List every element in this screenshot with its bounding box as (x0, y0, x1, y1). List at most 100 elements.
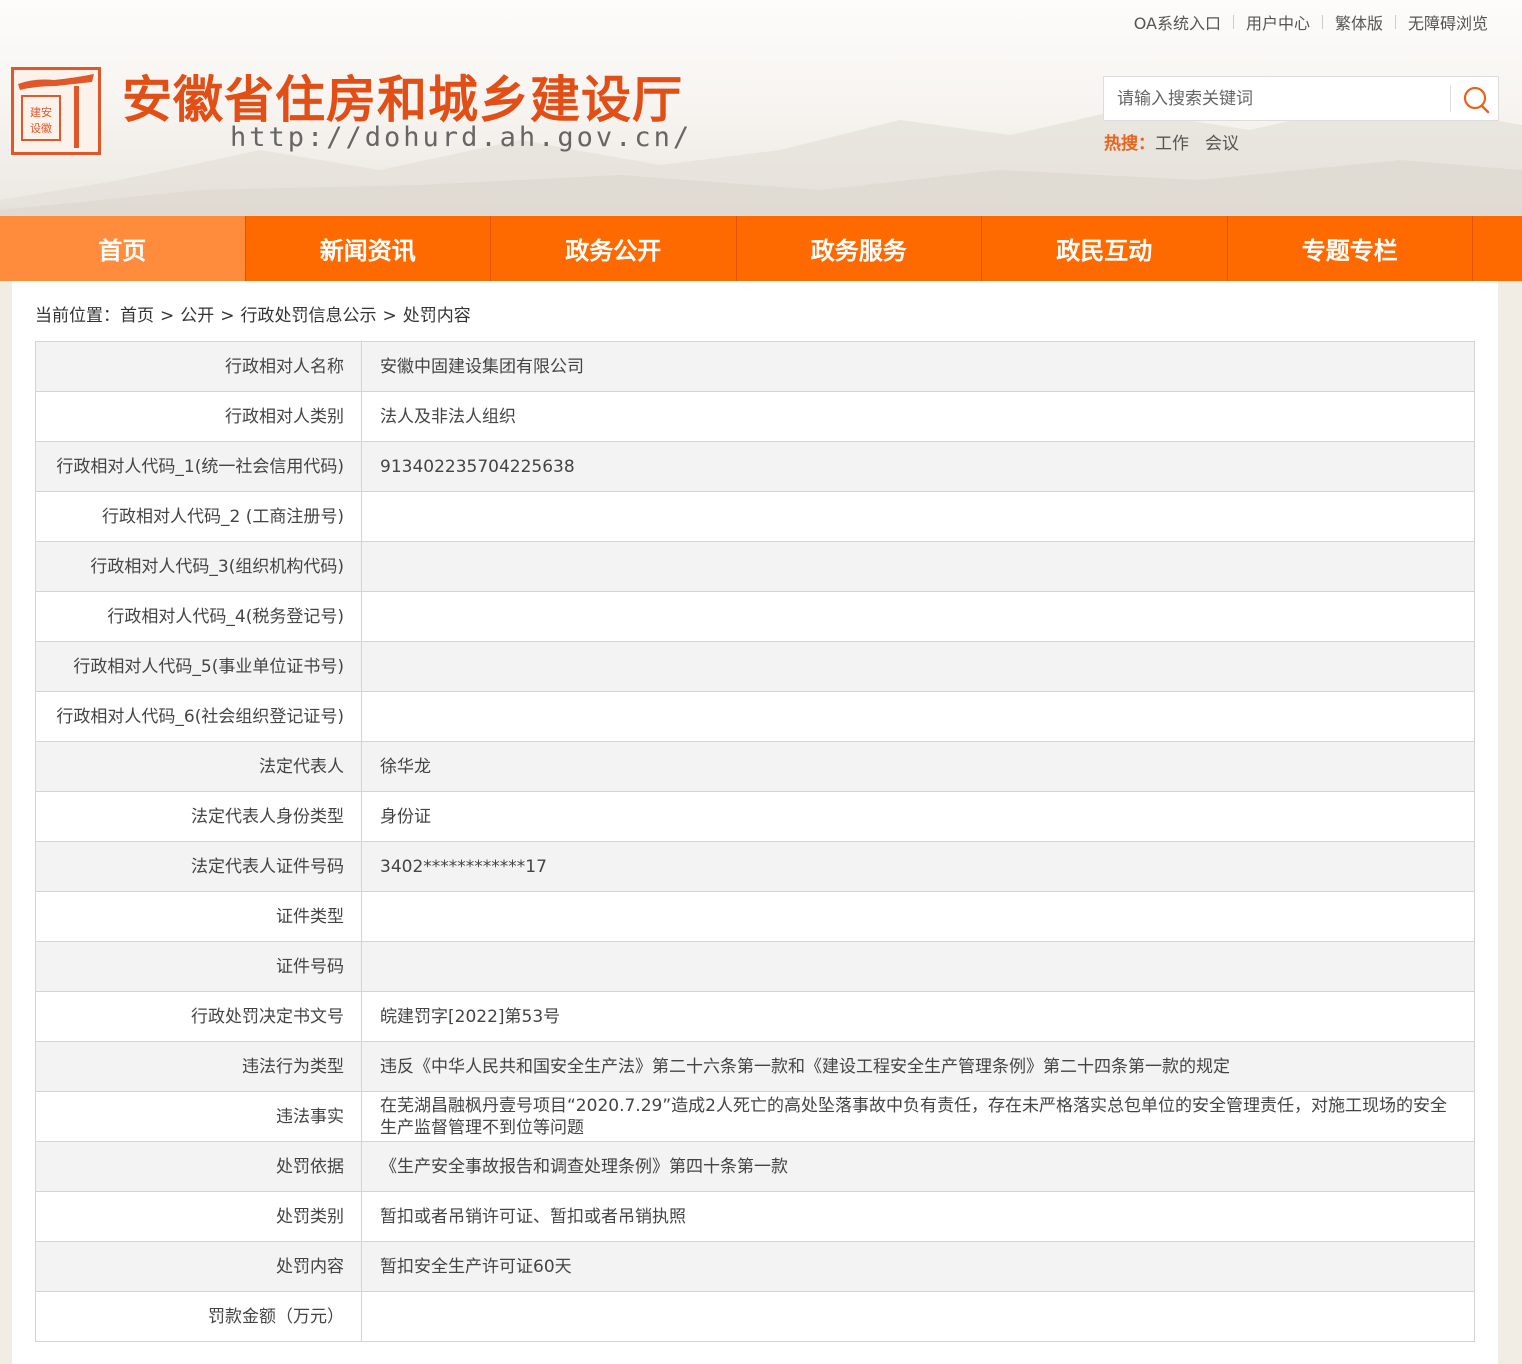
nav-interaction[interactable]: 政民互动 (982, 216, 1228, 281)
row-label: 行政相对人代码_2 (工商注册号) (35, 491, 362, 542)
table-row: 法定代表人证件号码 3402************17 (35, 841, 1475, 892)
row-label: 行政相对人代码_3(组织机构代码) (35, 541, 362, 592)
row-value (361, 491, 1475, 542)
nav-home[interactable]: 首页 (0, 216, 246, 281)
hot-search: 热搜：工作 会议 (1104, 129, 1255, 154)
top-links: OA系统入口 用户中心 繁体版 无障碍浏览 (1134, 10, 1488, 34)
row-value: 身份证 (361, 791, 1475, 842)
hot-search-item[interactable]: 会议 (1205, 134, 1239, 154)
svg-text:建安: 建安 (30, 105, 52, 119)
breadcrumb-current[interactable]: 处罚内容 (403, 306, 471, 326)
row-value: 暂扣安全生产许可证60天 (361, 1241, 1475, 1292)
row-value: 暂扣或者吊销许可证、暂扣或者吊销执照 (361, 1191, 1475, 1242)
row-value (361, 891, 1475, 942)
row-value: 安徽中固建设集团有限公司 (361, 341, 1475, 392)
search-box (1103, 76, 1499, 121)
row-label: 证件号码 (35, 941, 362, 992)
svg-text:设徽: 设徽 (30, 121, 52, 135)
row-value: 在芜湖昌融枫丹壹号项目“2020.7.29”造成2人死亡的高处坠落事故中负有责任… (361, 1091, 1475, 1142)
site-header: OA系统入口 用户中心 繁体版 无障碍浏览 建安 设徽 安徽省住房和城乡建设厅 … (0, 0, 1522, 216)
breadcrumb-public[interactable]: 公开 (180, 306, 214, 326)
row-value: 3402************17 (361, 841, 1475, 892)
divider (1321, 15, 1323, 29)
penalty-info-table: 行政相对人名称 安徽中固建设集团有限公司 行政相对人类别 法人及非法人组织 行政相对… (35, 341, 1475, 1342)
table-row: 行政相对人代码_4(税务登记号) (35, 591, 1475, 642)
row-label: 行政相对人代码_4(税务登记号) (35, 591, 362, 642)
oa-entry-link[interactable]: OA系统入口 (1134, 10, 1221, 34)
table-row: 法定代表人身份类型 身份证 (35, 791, 1475, 842)
row-label: 违法事实 (35, 1091, 362, 1142)
table-row: 证件类型 (35, 891, 1475, 942)
row-value: 913402235704225638 (361, 441, 1475, 492)
row-value: 《生产安全事故报告和调查处理条例》第四十条第一款 (361, 1141, 1475, 1192)
table-row: 行政相对人代码_1(统一社会信用代码) 913402235704225638 (35, 441, 1475, 492)
table-row: 行政相对人代码_5(事业单位证书号) (35, 641, 1475, 692)
table-row: 处罚内容 暂扣安全生产许可证60天 (35, 1241, 1475, 1292)
row-label: 违法行为类型 (35, 1041, 362, 1092)
nav-news[interactable]: 新闻资讯 (246, 216, 491, 281)
divider (1450, 85, 1451, 112)
row-value: 法人及非法人组织 (361, 391, 1475, 442)
site-url: http://dohurd.ah.gov.cn/ (230, 122, 693, 153)
row-label: 行政相对人代码_5(事业单位证书号) (35, 641, 362, 692)
table-row: 处罚依据 《生产安全事故报告和调查处理条例》第四十条第一款 (35, 1141, 1475, 1192)
row-value: 违反《中华人民共和国安全生产法》第二十六条第一款和《建设工程安全生产管理条例》第… (361, 1041, 1475, 1092)
main-content: 当前位置：首页 > 公开 > 行政处罚信息公示 > 处罚内容 行政相对人名称 安徽中固建设集团… (12, 281, 1498, 1364)
breadcrumb-separator: > (382, 306, 397, 326)
divider (1232, 15, 1234, 29)
table-row: 证件号码 (35, 941, 1475, 992)
row-label: 法定代表人证件号码 (35, 841, 362, 892)
row-value (361, 941, 1475, 992)
row-label: 证件类型 (35, 891, 362, 942)
row-label: 处罚内容 (35, 1241, 362, 1292)
search-button[interactable] (1456, 79, 1496, 119)
row-value: 皖建罚字[2022]第53号 (361, 991, 1475, 1042)
row-label: 行政相对人代码_1(统一社会信用代码) (35, 441, 362, 492)
row-value (361, 691, 1475, 742)
row-label: 行政相对人代码_6(社会组织登记证号) (35, 691, 362, 742)
row-value: 徐华龙 (361, 741, 1475, 792)
row-label: 处罚类别 (35, 1191, 362, 1242)
breadcrumb-separator: > (160, 306, 175, 326)
divider (1394, 15, 1396, 29)
hot-search-label: 热搜： (1104, 134, 1155, 154)
table-row: 行政相对人代码_2 (工商注册号) (35, 491, 1475, 542)
seal-logo-icon[interactable]: 建安 设徽 (11, 67, 101, 155)
table-row: 法定代表人 徐华龙 (35, 741, 1475, 792)
row-value (361, 641, 1475, 692)
table-row: 行政相对人名称 安徽中固建设集团有限公司 (35, 341, 1475, 392)
breadcrumb-prefix: 当前位置： (35, 306, 120, 326)
table-row: 违法事实 在芜湖昌融枫丹壹号项目“2020.7.29”造成2人死亡的高处坠落事故中… (35, 1091, 1475, 1142)
nav-special-topics[interactable]: 专题专栏 (1228, 216, 1473, 281)
row-label: 法定代表人 (35, 741, 362, 792)
nav-government-affairs[interactable]: 政务公开 (491, 216, 737, 281)
traditional-chinese-link[interactable]: 繁体版 (1335, 10, 1383, 34)
nav-edge (1473, 216, 1522, 281)
search-input[interactable] (1104, 77, 1470, 120)
table-row: 行政相对人代码_6(社会组织登记证号) (35, 691, 1475, 742)
row-label: 法定代表人身份类型 (35, 791, 362, 842)
table-row: 违法行为类型 违反《中华人民共和国安全生产法》第二十六条第一款和《建设工程安全生产… (35, 1041, 1475, 1092)
table-row: 罚款金额（万元） (35, 1291, 1475, 1342)
user-center-link[interactable]: 用户中心 (1246, 10, 1310, 34)
search-icon (1463, 86, 1490, 114)
table-row: 行政处罚决定书文号 皖建罚字[2022]第53号 (35, 991, 1475, 1042)
nav-government-services[interactable]: 政务服务 (737, 216, 982, 281)
hot-search-item[interactable]: 工作 (1155, 134, 1189, 154)
main-nav: 首页 新闻资讯 政务公开 政务服务 政民互动 专题专栏 (0, 216, 1522, 281)
row-label: 处罚依据 (35, 1141, 362, 1192)
row-label: 行政相对人名称 (35, 341, 362, 392)
breadcrumb-home[interactable]: 首页 (120, 306, 154, 326)
row-value (361, 541, 1475, 592)
breadcrumb: 当前位置：首页 > 公开 > 行政处罚信息公示 > 处罚内容 (35, 301, 471, 326)
row-label: 行政相对人类别 (35, 391, 362, 442)
table-row: 处罚类别 暂扣或者吊销许可证、暂扣或者吊销执照 (35, 1191, 1475, 1242)
breadcrumb-separator: > (220, 306, 235, 326)
row-label: 行政处罚决定书文号 (35, 991, 362, 1042)
breadcrumb-penalty-info[interactable]: 行政处罚信息公示 (241, 306, 377, 326)
row-value (361, 591, 1475, 642)
table-row: 行政相对人代码_3(组织机构代码) (35, 541, 1475, 592)
accessibility-link[interactable]: 无障碍浏览 (1408, 10, 1488, 34)
row-label: 罚款金额（万元） (35, 1291, 362, 1342)
row-value (361, 1291, 1475, 1342)
